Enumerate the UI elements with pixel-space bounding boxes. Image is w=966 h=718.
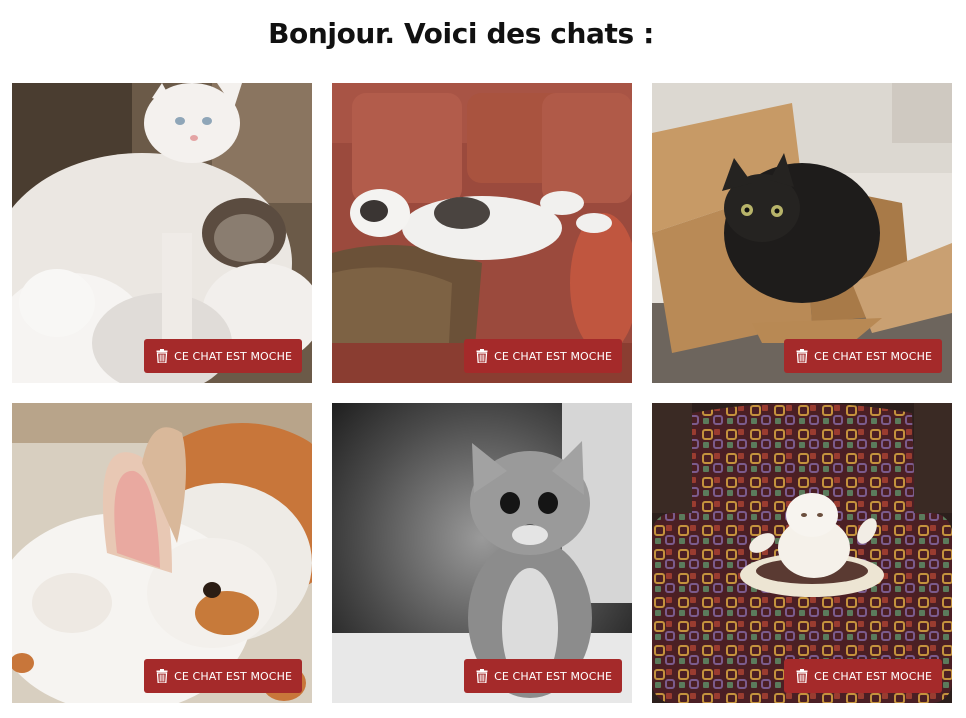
delete-cat-button[interactable]: CE CHAT EST MOCHE	[784, 659, 942, 693]
trash-icon	[796, 669, 808, 683]
trash-icon	[796, 349, 808, 363]
cat-photo	[12, 83, 312, 383]
cat-photo	[332, 403, 632, 703]
cat-photo	[652, 403, 952, 703]
delete-cat-button-label: CE CHAT EST MOCHE	[494, 349, 612, 363]
delete-cat-button[interactable]: CE CHAT EST MOCHE	[464, 339, 622, 373]
cat-photo	[12, 403, 312, 703]
delete-cat-button-label: CE CHAT EST MOCHE	[494, 669, 612, 683]
delete-cat-button[interactable]: CE CHAT EST MOCHE	[144, 339, 302, 373]
page-title: Bonjour. Voici des chats :	[268, 17, 654, 50]
cat-card: CE CHAT EST MOCHE	[332, 403, 632, 703]
trash-icon	[476, 669, 488, 683]
delete-cat-button[interactable]: CE CHAT EST MOCHE	[784, 339, 942, 373]
delete-cat-button[interactable]: CE CHAT EST MOCHE	[464, 659, 622, 693]
cat-card: CE CHAT EST MOCHE	[332, 83, 632, 383]
delete-cat-button[interactable]: CE CHAT EST MOCHE	[144, 659, 302, 693]
cat-photo	[652, 83, 952, 383]
cat-card: CE CHAT EST MOCHE	[652, 403, 952, 703]
delete-cat-button-label: CE CHAT EST MOCHE	[814, 669, 932, 683]
delete-cat-button-label: CE CHAT EST MOCHE	[814, 349, 932, 363]
cat-card: CE CHAT EST MOCHE	[12, 83, 312, 383]
cat-card: CE CHAT EST MOCHE	[652, 83, 952, 383]
cat-gallery: CE CHAT EST MOCHE CE CHAT EST MOCHE CE C…	[12, 83, 952, 703]
trash-icon	[156, 669, 168, 683]
delete-cat-button-label: CE CHAT EST MOCHE	[174, 669, 292, 683]
trash-icon	[476, 349, 488, 363]
cat-card: CE CHAT EST MOCHE	[12, 403, 312, 703]
trash-icon	[156, 349, 168, 363]
delete-cat-button-label: CE CHAT EST MOCHE	[174, 349, 292, 363]
cat-photo	[332, 83, 632, 383]
